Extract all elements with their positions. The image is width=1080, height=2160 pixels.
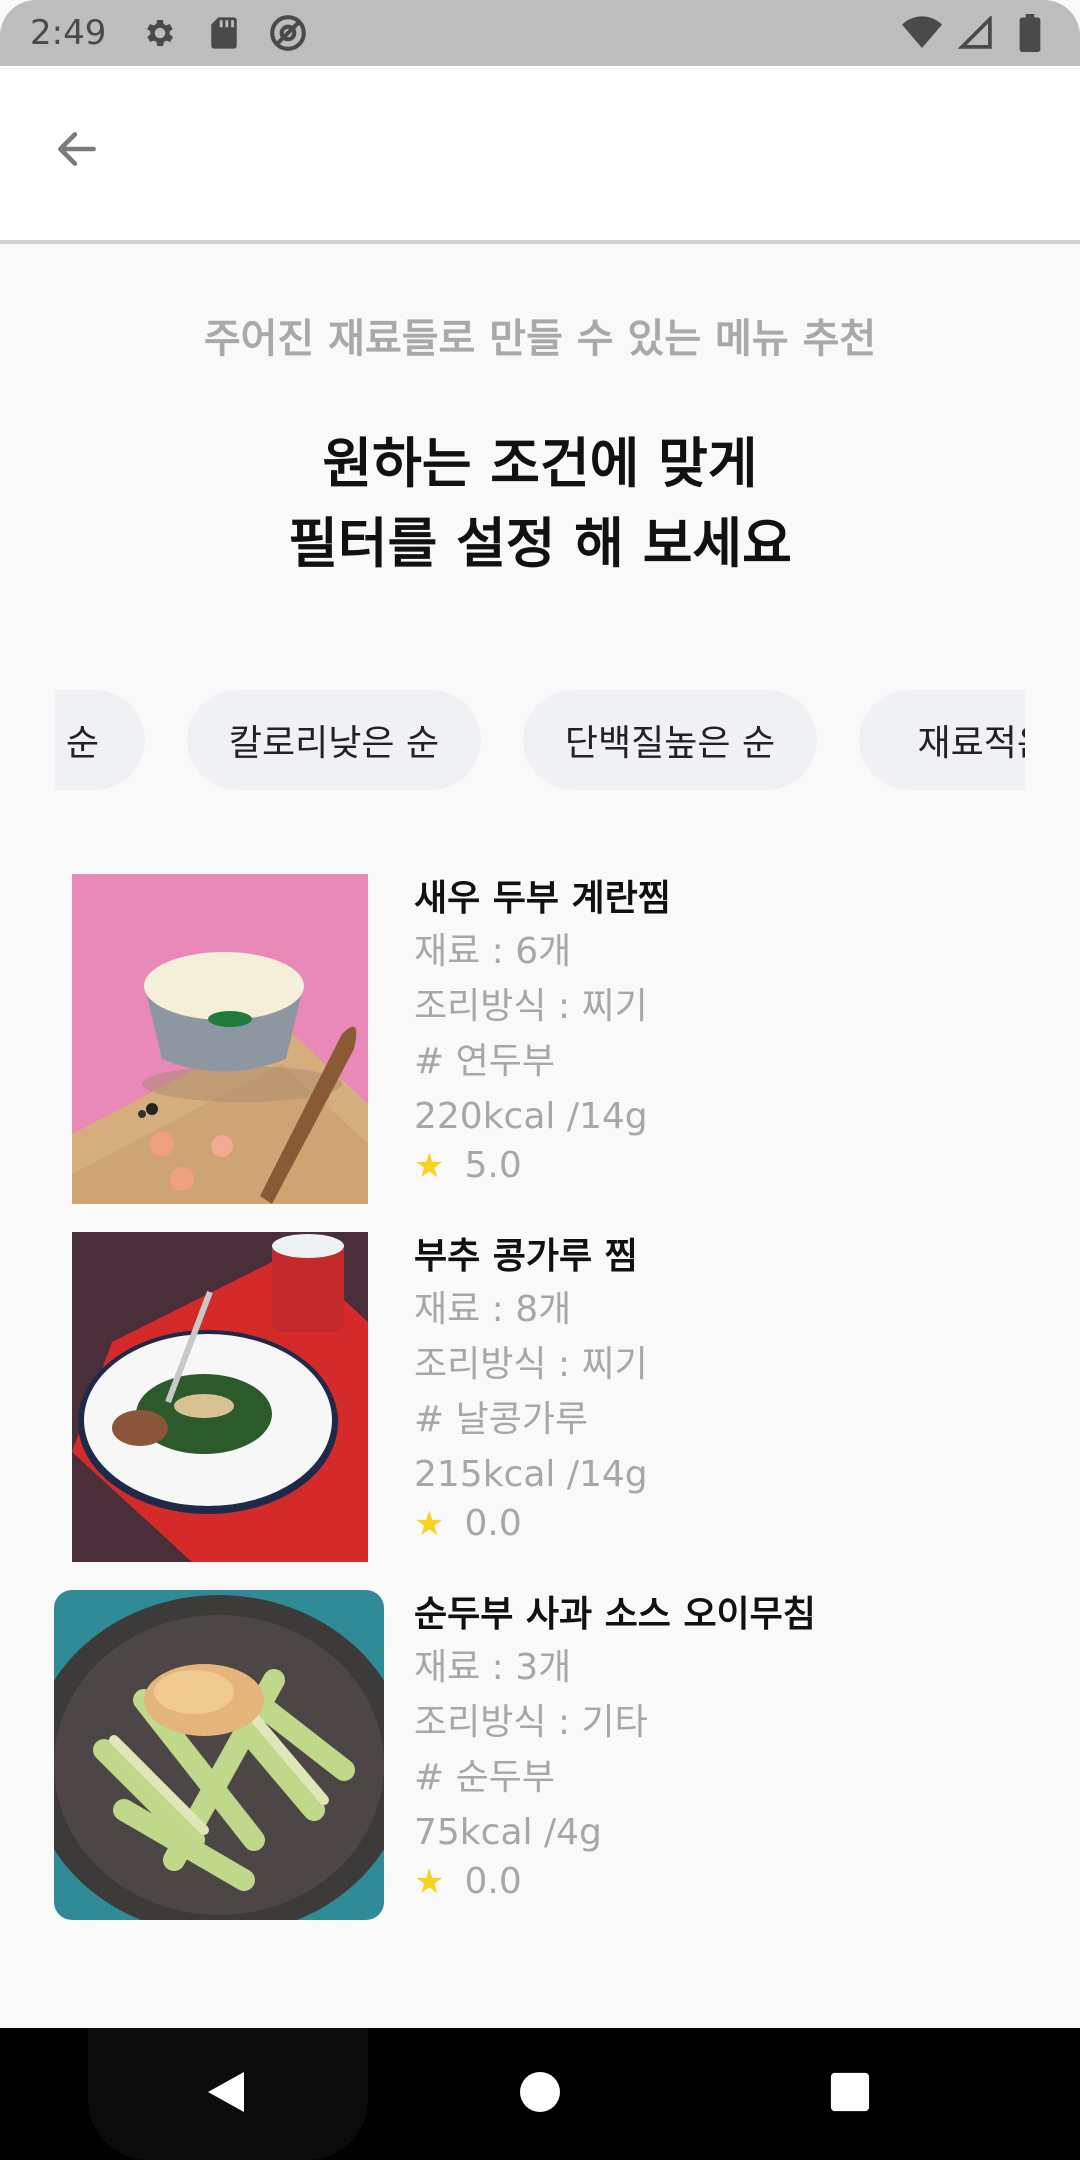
battery-icon xyxy=(1010,13,1050,53)
recipe-rating: ★ 5.0 xyxy=(414,1144,1054,1188)
recipe-method: 조리방식 : 찌기 xyxy=(414,1344,648,1385)
steamed-egg-dish-image xyxy=(72,874,368,1204)
cucumber-salad-image xyxy=(54,1590,384,1920)
recipe-info: 순두부 사과 소스 오이무침 재료 : 3개 조리방식 : 기타 # 순두부 7… xyxy=(414,1590,1054,1904)
filter-chip-few-ingredients[interactable]: 재료적은 순 xyxy=(859,690,1025,790)
status-bar: 2:49 xyxy=(0,0,1080,66)
star-icon: ★ xyxy=(414,1504,445,1544)
wifi-icon xyxy=(902,13,942,53)
recipe-item[interactable]: 부추 콩가루 찜 재료 : 8개 조리방식 : 찌기 # 날콩가루 215kca… xyxy=(0,1232,1080,1572)
nav-recents-button[interactable] xyxy=(820,2064,880,2124)
rating-value: 0.0 xyxy=(464,1503,522,1544)
filter-chip-partial[interactable]: 순 xyxy=(55,690,145,790)
recipe-title: 순두부 사과 소스 오이무침 xyxy=(414,1594,816,1635)
recipe-method: 조리방식 : 찌기 xyxy=(414,986,648,1027)
back-button[interactable] xyxy=(40,114,114,188)
arrow-left-icon xyxy=(52,124,102,178)
settings-icon xyxy=(140,13,180,53)
recipe-info: 부추 콩가루 찜 재료 : 8개 조리방식 : 찌기 # 날콩가루 215kca… xyxy=(414,1232,1054,1546)
recipe-nutrition: 215kcal /14g xyxy=(414,1454,648,1495)
recipe-item[interactable]: 새우 두부 계란찜 재료 : 6개 조리방식 : 찌기 # 연두부 220kca… xyxy=(0,874,1080,1214)
home-circle-icon xyxy=(518,2070,562,2118)
filter-chip-label: 단백질높은 순 xyxy=(564,723,776,764)
recipe-title: 새우 두부 계란찜 xyxy=(414,878,671,919)
nav-back-button[interactable] xyxy=(196,2064,256,2124)
page-headline: 원하는 조건에 맞게 필터를 설정 해 보세요 xyxy=(0,424,1080,584)
rating-value: 0.0 xyxy=(464,1861,522,1902)
page-subtitle: 주어진 재료들로 만들 수 있는 메뉴 추천 xyxy=(203,316,877,362)
recipe-rating: ★ 0.0 xyxy=(414,1860,1054,1904)
recipe-tag: # 순두부 xyxy=(414,1757,555,1798)
recipe-tag: # 날콩가루 xyxy=(414,1399,589,1440)
chive-dish-image xyxy=(72,1232,368,1562)
recents-square-icon xyxy=(829,2071,871,2117)
at-sign-icon xyxy=(268,13,308,53)
cell-signal-icon xyxy=(956,13,996,53)
recipe-ingredients: 재료 : 3개 xyxy=(414,1647,572,1688)
sd-card-icon xyxy=(204,13,244,53)
recipe-title: 부추 콩가루 찜 xyxy=(414,1236,638,1277)
star-icon: ★ xyxy=(414,1146,445,1186)
filter-chip-row: 순 칼로리낮은 순 단백질높은 순 재료적은 순 xyxy=(55,690,1025,790)
filter-chip-label: 순 xyxy=(65,723,99,764)
headline-line-1: 원하는 조건에 맞게 xyxy=(322,432,758,495)
status-time: 2:49 xyxy=(30,13,107,53)
back-triangle-icon xyxy=(204,2068,248,2120)
recipe-nutrition: 220kcal /14g xyxy=(414,1096,648,1137)
app-bar xyxy=(0,66,1080,244)
rating-value: 5.0 xyxy=(464,1145,522,1186)
recipe-rating: ★ 0.0 xyxy=(414,1502,1054,1546)
nav-home-button[interactable] xyxy=(510,2064,570,2124)
filter-chip-low-calorie[interactable]: 칼로리낮은 순 xyxy=(187,690,481,790)
filter-chip-high-protein[interactable]: 단백질높은 순 xyxy=(523,690,817,790)
star-icon: ★ xyxy=(414,1862,445,1902)
recipe-ingredients: 재료 : 6개 xyxy=(414,931,572,972)
system-nav-bar xyxy=(0,2028,1080,2160)
recipe-method: 조리방식 : 기타 xyxy=(414,1702,648,1743)
recipe-nutrition: 75kcal /4g xyxy=(414,1812,602,1853)
filter-chip-label: 칼로리낮은 순 xyxy=(228,723,440,764)
recipe-tag: # 연두부 xyxy=(414,1041,555,1082)
filter-chip-strip[interactable]: 순 칼로리낮은 순 단백질높은 순 재료적은 순 xyxy=(55,690,1025,790)
headline-line-2: 필터를 설정 해 보세요 xyxy=(288,512,792,575)
recipe-info: 새우 두부 계란찜 재료 : 6개 조리방식 : 찌기 # 연두부 220kca… xyxy=(414,874,1054,1188)
filter-chip-label: 재료적은 순 xyxy=(917,723,1025,764)
recipe-ingredients: 재료 : 8개 xyxy=(414,1289,572,1330)
recipe-item[interactable]: 순두부 사과 소스 오이무침 재료 : 3개 조리방식 : 기타 # 순두부 7… xyxy=(0,1590,1080,1930)
